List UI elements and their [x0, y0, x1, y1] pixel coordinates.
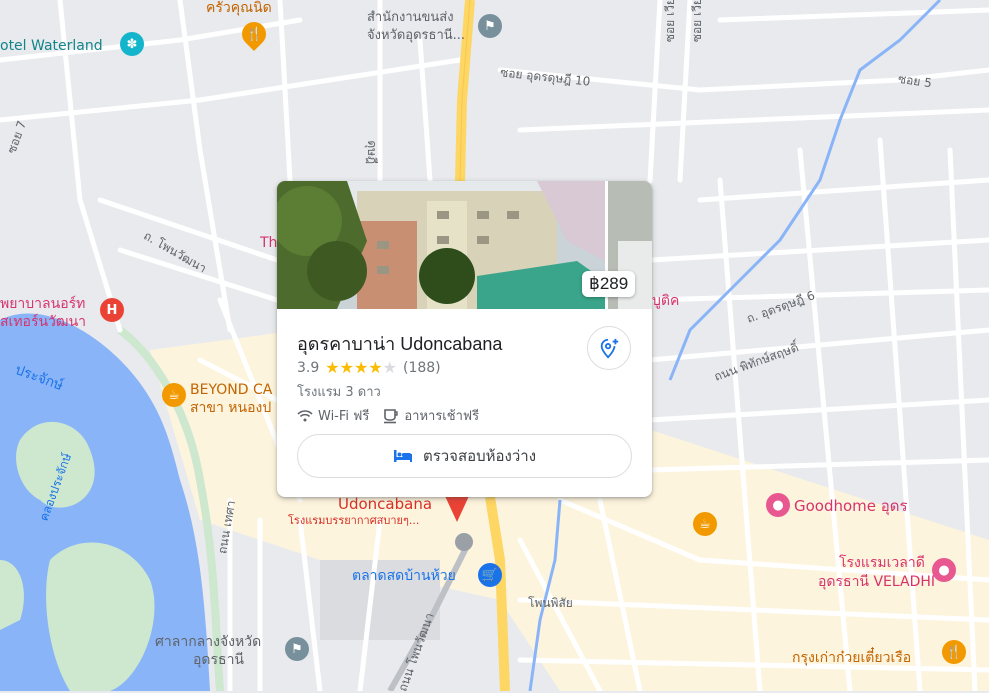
amenity-wifi: Wi-Fi ฟรี [297, 405, 369, 426]
road-soi-v2: ซอย เวียง [689, 0, 704, 43]
selected-pin-desc: โรงแรมบรรยากาศสบายๆ... [288, 514, 420, 527]
poi-hotel-waterland[interactable]: otel Waterland [0, 38, 103, 55]
hotel-class: โรงแรม 3 ดาว [297, 385, 381, 400]
coffee-icon [384, 408, 399, 423]
star-filled-icon: ★ [368, 358, 383, 377]
save-place-button[interactable] [587, 326, 631, 370]
amenities-row: Wi-Fi ฟรี อาหารเช้าฟรี [297, 405, 493, 426]
rating-row: 3.9 ★ ★ ★ ★ ★ (188) [297, 360, 441, 377]
shopping-cart-icon[interactable]: 🛒 [478, 563, 502, 587]
hotel-photo-main[interactable] [277, 181, 605, 309]
poi-beyond-line2[interactable]: สาขา หนองป [190, 400, 271, 417]
poi-hospital-line2[interactable]: สเทอร์นวัฒนา [0, 314, 86, 331]
check-availability-button[interactable]: ตรวจสอบห้องว่าง [297, 434, 632, 478]
hotel-title: อุดรคาบาน่า Udoncabana [297, 334, 503, 354]
add-location-icon [600, 338, 619, 359]
amenity-breakfast: อาหารเช้าฟรี [383, 405, 479, 426]
selected-marker-icon[interactable] [443, 494, 471, 526]
road-dusadi: ดุษฎี [365, 140, 380, 165]
road-soi-v1: ซอย เวียง [662, 0, 677, 43]
poi-market[interactable]: ตลาดสดบ้านห้วย [352, 568, 456, 585]
poi-office-line2[interactable]: จังหวัดอุดรธานี... [367, 28, 465, 44]
poi-court-line1[interactable]: ศาลากลางจังหวัด [155, 634, 261, 651]
amenity-breakfast-label: อาหารเช้าฟรี [404, 409, 480, 424]
cafe-icon-2[interactable]: ☕ [693, 512, 717, 536]
star-empty-icon: ★ [382, 358, 397, 377]
government-icon-2[interactable]: ⚑ [285, 637, 309, 661]
star-rating-icon: ★ ★ ★ ★ ★ [325, 360, 397, 376]
hotel-info-card[interactable]: ฿289 อุดรคาบาน่า Udoncabana 3.9 ★ ★ ★ ★ ★ (1… [277, 181, 652, 497]
poi-veladhi-line2[interactable]: อุดรธานี VELADHI [818, 574, 935, 591]
poi-hospital-line1[interactable]: พยาบาลนอร์ท [0, 296, 85, 313]
hotel-icon[interactable]: ✽ [120, 32, 144, 56]
poi-court-line2[interactable]: อุดรธานี [193, 652, 244, 669]
wifi-icon [297, 409, 313, 421]
poi-th-partial[interactable]: Th [260, 235, 277, 252]
selected-pin-name[interactable]: Udoncabana [338, 495, 432, 513]
price-badge: ฿289 [582, 271, 636, 297]
hotel-bed-icon-2[interactable]: ● [932, 558, 956, 582]
hotel-bed-icon[interactable]: ● [766, 493, 790, 517]
restaurant-icon-2[interactable]: 🍴 [942, 640, 966, 664]
hospital-icon[interactable]: H [100, 298, 124, 322]
star-filled-icon: ★ [353, 358, 369, 377]
check-availability-label: ตรวจสอบห้องว่าง [422, 447, 537, 465]
poi-office-line1[interactable]: สำนักงานขนส่ง [367, 10, 454, 26]
star-filled-icon: ★ [339, 358, 354, 377]
poi-veladhi-line1[interactable]: โรงแรมเวลาดี [839, 555, 925, 572]
bed-icon [393, 450, 412, 462]
government-icon[interactable]: ⚑ [478, 14, 502, 38]
transit-icon[interactable] [455, 533, 473, 551]
road-phonpisai: โพนพิสัย [528, 596, 573, 610]
star-filled-icon: ★ [325, 358, 340, 377]
cafe-icon[interactable]: ☕ [162, 383, 186, 407]
poi-buthik[interactable]: บูติค [652, 293, 679, 310]
poi-beyond-line1[interactable]: BEYOND CA [190, 382, 272, 399]
poi-goodhome[interactable]: Goodhome อุดร [794, 497, 908, 515]
review-count[interactable]: (188) [403, 360, 441, 376]
poi-krua-khunnit[interactable]: ครัวคุณนิด [206, 0, 272, 17]
amenity-wifi-label: Wi-Fi ฟรี [318, 409, 370, 424]
rating-value: 3.9 [297, 360, 320, 376]
poi-kuay-tiew[interactable]: กรุงเก่าก๋วยเตี๋ยวเรือ [792, 650, 911, 667]
